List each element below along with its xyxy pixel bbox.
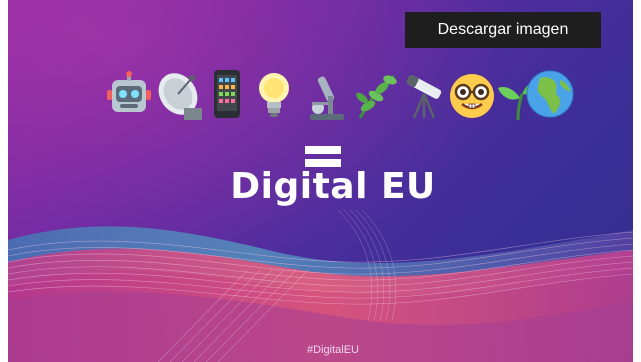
light-bulb-icon (259, 73, 289, 117)
download-image-button[interactable]: Descargar imagen (405, 12, 601, 48)
herb-icon (356, 74, 397, 119)
equals-sign (305, 142, 349, 168)
emoji-row (107, 70, 574, 121)
satellite-dish-icon (158, 73, 202, 120)
globe-africa-europe-icon (526, 70, 574, 118)
telescope-icon (406, 74, 442, 119)
hashtag-label: #DigitalEU (307, 344, 359, 356)
microscope-icon (310, 76, 344, 120)
nerd-face-icon (450, 74, 494, 118)
digital-eu-banner-image: Digital EU #DigitalEU (8, 0, 633, 362)
banner-title: Digital EU (230, 166, 436, 207)
mobile-phone-icon (214, 70, 240, 118)
robot-icon (107, 71, 151, 112)
